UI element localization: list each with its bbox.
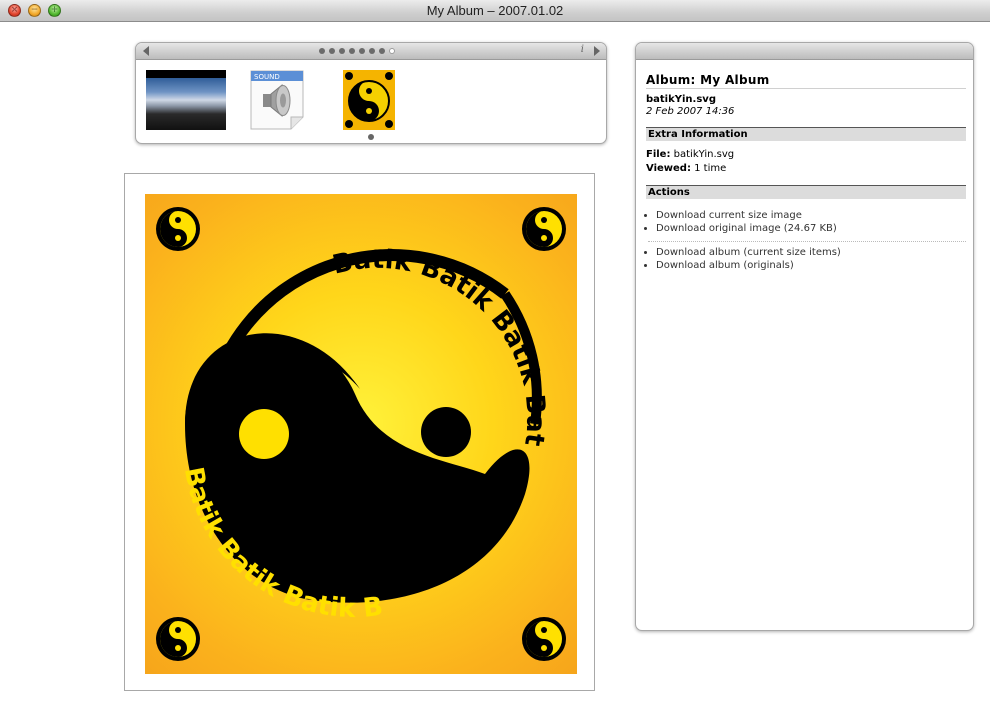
- page-dot-active[interactable]: [389, 48, 395, 54]
- sound-file-label: SOUND: [254, 73, 280, 81]
- sound-file-icon: SOUND: [250, 70, 304, 130]
- next-arrow-icon[interactable]: [594, 46, 600, 56]
- page-dot[interactable]: [369, 48, 375, 54]
- page-dot[interactable]: [379, 48, 385, 54]
- download-original-link[interactable]: Download original image: [656, 223, 781, 234]
- window-titlebar: × − + My Album – 2007.01.02: [0, 0, 990, 22]
- page-dot[interactable]: [319, 48, 325, 54]
- list-item: Download original image (24.67 KB): [656, 223, 966, 234]
- title-divider: [646, 88, 966, 89]
- album-title: Album: My Album: [646, 73, 770, 87]
- thumbnail-strip: i SOUND: [135, 42, 607, 144]
- file-label: File:: [646, 149, 671, 160]
- actions-divider: [648, 241, 966, 242]
- corner-yin-yang-icon: [156, 617, 200, 661]
- info-icon[interactable]: i: [581, 44, 584, 55]
- corner-yin-yang-icon: [522, 617, 566, 661]
- yin-yang-thumbnail-icon: [343, 70, 395, 130]
- selected-indicator-dot: [368, 134, 374, 140]
- viewed-info-row: Viewed: 1 time: [646, 163, 726, 174]
- window-title: My Album – 2007.01.02: [426, 3, 564, 18]
- actions-header: Actions: [646, 185, 966, 199]
- viewed-label: Viewed:: [646, 163, 691, 174]
- viewed-value: 1 time: [694, 163, 727, 174]
- page-dot[interactable]: [359, 48, 365, 54]
- thumbnail-batikyin-selected[interactable]: [343, 70, 395, 130]
- page-dot[interactable]: [339, 48, 345, 54]
- actions-list-album: Download album (current size items) Down…: [646, 247, 966, 273]
- corner-yin-yang-icon: [156, 207, 200, 251]
- original-size: (24.67 KB): [783, 223, 837, 234]
- page-dot[interactable]: [349, 48, 355, 54]
- info-panel: Album: My Album batikYin.svg 2 Feb 2007 …: [635, 42, 974, 631]
- list-item: Download album (current size items): [656, 247, 966, 258]
- file-date: 2 Feb 2007 14:36: [646, 106, 735, 117]
- list-item: Download album (originals): [656, 260, 966, 271]
- page-dot[interactable]: [329, 48, 335, 54]
- yin-yang-image: Batik Batik Batik Batik Batik Batik Bati…: [145, 194, 566, 661]
- actions-list-image: Download current size image Download ori…: [646, 210, 966, 236]
- page-dots: [319, 48, 395, 54]
- file-name: batikYin.svg: [646, 94, 716, 105]
- previous-arrow-icon[interactable]: [143, 46, 149, 56]
- list-item: Download current size image: [656, 210, 966, 221]
- thumbnail-strip-toolbar: i: [136, 43, 606, 60]
- file-info-row: File: batikYin.svg: [646, 149, 734, 160]
- info-panel-titlebar: [636, 43, 973, 60]
- corner-yin-yang-icon: [522, 207, 566, 251]
- main-image[interactable]: Batik Batik Batik Batik Batik Batik Bati…: [145, 194, 577, 674]
- file-value: batikYin.svg: [673, 149, 735, 160]
- thumbnail-sound-file[interactable]: SOUND: [250, 70, 304, 130]
- download-current-size-link[interactable]: Download current size image: [656, 210, 802, 221]
- download-album-originals-link[interactable]: Download album (originals): [656, 260, 794, 271]
- extra-information-header: Extra Information: [646, 127, 966, 141]
- main-image-frame: Batik Batik Batik Batik Batik Batik Bati…: [124, 173, 595, 691]
- thumbnail-landscape-photo[interactable]: [146, 70, 226, 130]
- download-album-current-size-link[interactable]: Download album (current size items): [656, 247, 841, 258]
